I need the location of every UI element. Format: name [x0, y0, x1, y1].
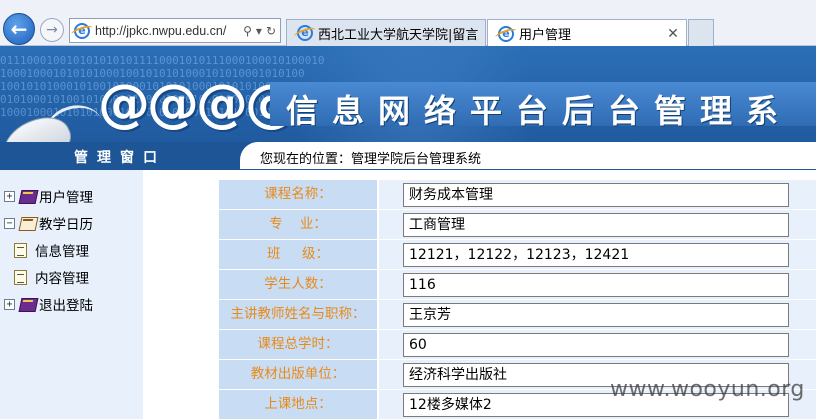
collapse-icon[interactable]: −	[4, 217, 15, 229]
dropdown-icon[interactable]: ▾	[256, 24, 262, 38]
address-text[interactable]: http://jpkc.nwpu.edu.cn/	[95, 24, 243, 38]
major-field[interactable]: 工商管理	[403, 213, 789, 237]
at-signs-graphic: @@@@	[98, 74, 297, 134]
publisher-label: 教材出版单位：	[219, 360, 377, 389]
forward-button[interactable]: →	[40, 18, 64, 42]
sidebar: + 用户管理 − 教学日历 信息管理 内容管理 + 退出登陆	[0, 170, 143, 419]
sidebar-item-user-management[interactable]: + 用户管理	[4, 185, 93, 207]
sidebar-item-label: 信息管理	[35, 244, 89, 260]
major-label: 专 业：	[219, 210, 377, 239]
course-name-field[interactable]: 财务成本管理	[403, 183, 789, 207]
site-banner: 0111000100101010101011110001010111000100…	[0, 46, 816, 170]
total-hours-label: 课程总学时：	[219, 330, 377, 359]
form-row: 课程总学时： 60	[219, 330, 816, 360]
document-icon	[14, 269, 27, 285]
back-arrow-icon: ←	[10, 17, 28, 41]
course-name-label: 课程名称：	[219, 180, 377, 209]
tab-label: 用户管理	[519, 28, 572, 43]
sidebar-item-teaching-calendar[interactable]: − 教学日历	[4, 212, 93, 234]
form-row: 学生人数： 116	[219, 270, 816, 300]
browser-toolbar: ← → e http://jpkc.nwpu.edu.cn/ ⚲ ▾ ↻ e 西…	[0, 0, 816, 47]
total-hours-field[interactable]: 60	[403, 333, 789, 357]
watermark: www.wooyun.org	[610, 377, 805, 402]
student-count-field[interactable]: 116	[403, 273, 789, 297]
class-label: 班 级：	[219, 240, 377, 269]
ie-icon: e	[74, 22, 90, 39]
search-icon[interactable]: ⚲	[243, 24, 252, 38]
ie-icon: e	[498, 25, 514, 42]
tab-guestbook[interactable]: e 西北工业大学航天学院|留言版	[286, 19, 486, 46]
sidebar-item-label: 内容管理	[35, 271, 89, 287]
address-bar[interactable]: e http://jpkc.nwpu.edu.cn/ ⚲ ▾ ↻	[69, 18, 281, 43]
book-icon	[19, 188, 37, 204]
sidebar-item-label: 用户管理	[39, 190, 93, 206]
tab-user-management[interactable]: e 用户管理 ✕	[487, 19, 687, 47]
ie-icon: e	[297, 25, 313, 41]
tab-label: 西北工业大学航天学院|留言版	[318, 27, 479, 43]
form-row: 主讲教师姓名与职称： 王京芳	[219, 300, 816, 330]
site-title: 信息网络平台后台管理系	[286, 92, 793, 130]
expand-icon[interactable]: +	[4, 190, 15, 202]
open-book-icon	[19, 215, 37, 231]
student-count-label: 学生人数：	[219, 270, 377, 299]
form-row: 课程名称： 财务成本管理	[219, 180, 816, 210]
breadcrumb-bar: 管理窗口 您现在的位置：管理学院后台管理系统	[0, 142, 816, 170]
forward-arrow-icon: →	[46, 22, 58, 38]
new-tab-button[interactable]	[688, 19, 714, 46]
form-row: 班 级： 12121，12122，12123，12421	[219, 240, 816, 270]
teacher-label: 主讲教师姓名与职称：	[219, 300, 377, 329]
document-icon	[14, 242, 27, 258]
management-window-label: 管理窗口	[74, 150, 166, 166]
sidebar-item-info-management[interactable]: 信息管理	[14, 239, 89, 261]
book-icon	[19, 296, 37, 312]
expand-icon[interactable]: +	[4, 298, 15, 310]
sidebar-item-label: 教学日历	[39, 217, 93, 233]
sidebar-item-label: 退出登陆	[39, 298, 93, 314]
refresh-icon[interactable]: ↻	[266, 24, 276, 38]
form-row: 专 业： 工商管理	[219, 210, 816, 240]
sidebar-item-content-management[interactable]: 内容管理	[14, 266, 89, 288]
sidebar-item-logout[interactable]: + 退出登陆	[4, 293, 93, 315]
close-icon[interactable]: ✕	[666, 26, 680, 42]
breadcrumb: 您现在的位置：管理学院后台管理系统	[260, 152, 482, 167]
teacher-field[interactable]: 王京芳	[403, 303, 789, 327]
location-label: 上课地点：	[219, 390, 377, 419]
back-button[interactable]: ←	[3, 13, 35, 45]
class-field[interactable]: 12121，12122，12123，12421	[403, 243, 789, 267]
